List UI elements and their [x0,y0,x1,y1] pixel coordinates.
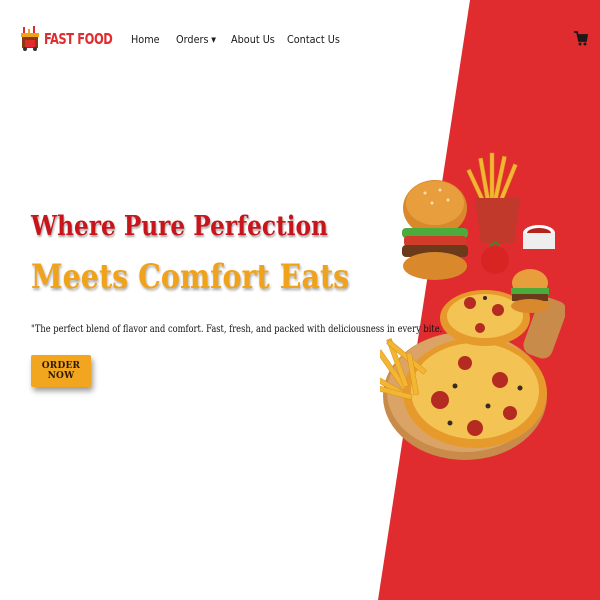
cart-icon[interactable] [574,30,588,48]
nav-orders-label: Orders [176,33,209,46]
nav-home[interactable]: Home [131,33,160,46]
food-cart-logo-icon [21,26,39,51]
hero-headline-line-1: Where Pure Perfection [31,211,328,242]
navbar: FAST FOOD Home Orders ▼ About Us Contact … [0,0,600,80]
order-now-button[interactable]: ORDER NOW [31,355,91,387]
nav-contact-us[interactable]: Contact Us [287,33,340,46]
fast-food-platter-image [380,152,565,460]
hero-headline-line-2: Meets Comfort Eats [31,257,350,297]
chevron-down-icon: ▼ [211,36,216,44]
logo[interactable]: FAST FOOD [19,26,124,52]
nav-contact-us-label: Contact Us [287,33,340,46]
nav-home-label: Home [131,33,160,46]
nav-about-us[interactable]: About Us [231,33,275,46]
nav-orders[interactable]: Orders ▼ [176,33,216,46]
brand-name: FAST FOOD [44,30,113,48]
nav-about-us-label: About Us [231,33,275,46]
